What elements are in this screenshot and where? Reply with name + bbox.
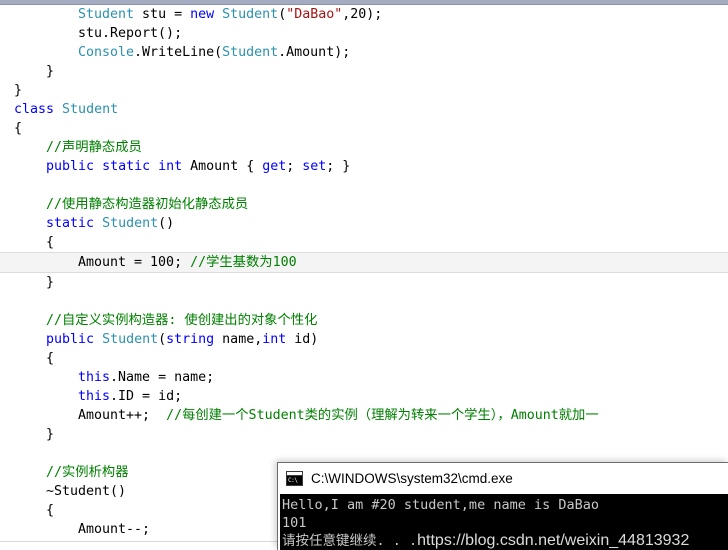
code-token: { (14, 121, 23, 136)
code-line[interactable]: Amount++; //每创建一个Student类的实例（理解为转来一个学生），… (0, 406, 728, 425)
code-token: Student (102, 216, 159, 231)
code-line[interactable] (0, 176, 728, 195)
code-token: Amount { (182, 159, 263, 174)
console-titlebar[interactable]: C:\ C:\WINDOWS\system32\cmd.exe (278, 463, 728, 493)
code-token: ; } (326, 159, 351, 174)
code-token: static (46, 216, 95, 231)
code-token: Amount--; (78, 522, 151, 537)
code-line[interactable] (0, 292, 728, 311)
cmd-console-icon: C:\ (286, 470, 303, 486)
code-token: name, (214, 332, 263, 347)
code-token: Amount++; (78, 408, 167, 423)
code-line[interactable]: } (0, 425, 728, 444)
code-token: .Name = name; (110, 370, 215, 385)
code-token: //学生基数为100 (190, 255, 297, 270)
code-token: ( (158, 332, 167, 347)
console-prompt-line: 请按任意键继续. . .https://blog.csdn.net/weixin… (282, 532, 728, 550)
code-token: class (14, 102, 55, 117)
code-token: new (190, 7, 215, 22)
code-token: } (46, 427, 55, 442)
code-token: string (166, 332, 215, 347)
code-token: } (46, 275, 55, 290)
code-line[interactable]: { (0, 119, 728, 138)
code-token: { (46, 235, 55, 250)
code-token: ~Student() (46, 484, 127, 499)
code-token: int (262, 332, 287, 347)
code-line[interactable]: } (0, 62, 728, 81)
code-line[interactable]: //使用静态构造器初始化静态成员 (0, 195, 728, 214)
cmd-console-window[interactable]: C:\ C:\WINDOWS\system32\cmd.exe Hello,I … (277, 462, 728, 550)
code-line[interactable]: public static int Amount { get; set; } (0, 157, 728, 176)
code-token: //自定义实例构造器: 使创建出的对象个性化 (46, 313, 318, 328)
code-token: stu = (134, 7, 191, 22)
console-output-line: 101 (282, 515, 307, 531)
code-token: Student (222, 45, 279, 60)
code-token: Student (102, 332, 159, 347)
code-token: get (262, 159, 287, 174)
code-token: id) (286, 332, 319, 347)
cmd-icon-glyph: C:\ (287, 475, 302, 485)
code-token: { (46, 503, 55, 518)
code-line[interactable]: } (0, 273, 728, 292)
code-token: this (78, 389, 111, 404)
code-line[interactable]: stu.Report(); (0, 24, 728, 43)
code-token: "DaBao" (286, 7, 343, 22)
console-output-area[interactable]: Hello,I am #20 student,me name is DaBao … (280, 494, 728, 550)
code-line[interactable]: class Student (0, 100, 728, 119)
console-title-text: C:\WINDOWS\system32\cmd.exe (311, 470, 513, 486)
code-line[interactable]: } (0, 81, 728, 100)
code-token: () (158, 216, 175, 231)
code-token: //声明静态成员 (46, 140, 142, 155)
code-token: Amount = 100; (78, 255, 191, 270)
code-token: //每创建一个Student类的实例（理解为转来一个学生），Amount就加一 (166, 408, 599, 423)
code-token: .WriteLine( (134, 45, 223, 60)
code-editor[interactable]: Student stu = new Student("DaBao",20); st… (0, 5, 728, 541)
code-token: Student (222, 7, 279, 22)
code-line-list[interactable]: Student stu = new Student("DaBao",20); st… (0, 5, 728, 541)
code-line[interactable]: Amount = 100; //学生基数为100 (0, 252, 728, 273)
code-line[interactable]: public Student(string name,int id) (0, 330, 728, 349)
code-token: .Amount); (278, 45, 351, 60)
code-line[interactable] (0, 444, 728, 463)
code-token: Console (78, 45, 135, 60)
code-token: { (46, 351, 55, 366)
code-token: stu.Report(); (78, 26, 183, 41)
code-line[interactable]: { (0, 349, 728, 368)
code-token: Student (62, 102, 119, 117)
code-token: static (102, 159, 151, 174)
code-line[interactable]: this.ID = id; (0, 387, 728, 406)
code-token: public (46, 332, 95, 347)
code-line[interactable]: Student stu = new Student("DaBao",20); (0, 5, 728, 24)
code-line[interactable]: { (0, 233, 728, 252)
code-token: //使用静态构造器初始化静态成员 (46, 197, 249, 212)
code-line[interactable]: this.Name = name; (0, 368, 728, 387)
watermark-url: https://blog.csdn.net/weixin_44813932 (417, 532, 690, 549)
code-token: } (14, 83, 23, 98)
code-token: } (46, 64, 55, 79)
code-token: this (78, 370, 111, 385)
console-output-line: Hello,I am #20 student,me name is DaBao (282, 497, 599, 513)
code-token: public (46, 159, 95, 174)
code-token: ,20); (342, 7, 383, 22)
code-line[interactable]: //自定义实例构造器: 使创建出的对象个性化 (0, 311, 728, 330)
code-token: set (302, 159, 327, 174)
code-token: ( (278, 7, 287, 22)
code-token: Student (78, 7, 135, 22)
code-token: int (158, 159, 183, 174)
console-prompt-text: 请按任意键继续. . . (282, 533, 418, 549)
code-line[interactable]: //声明静态成员 (0, 138, 728, 157)
code-token: .ID = id; (110, 389, 183, 404)
code-token: //实例析构器 (46, 465, 129, 480)
code-line[interactable]: Console.WriteLine(Student.Amount); (0, 43, 728, 62)
code-token: ; (286, 159, 303, 174)
code-line[interactable]: static Student() (0, 214, 728, 233)
